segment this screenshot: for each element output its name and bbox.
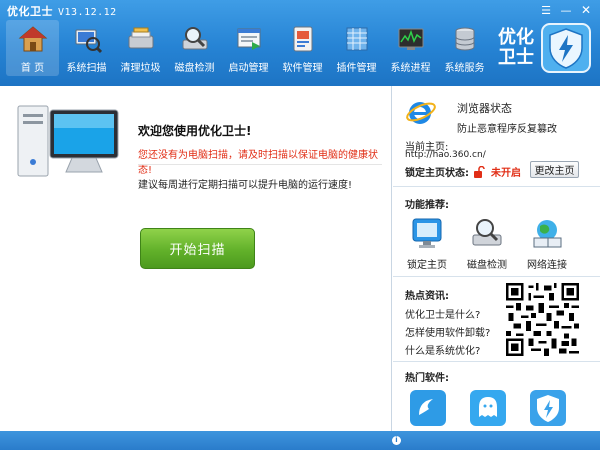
news-item[interactable]: 优化卫士是什么?: [405, 306, 480, 321]
recommend-item-disk-check[interactable]: 磁盘检测: [457, 216, 517, 271]
startup-icon: [234, 24, 264, 54]
toolbar-item-service[interactable]: 系统服务: [438, 20, 491, 76]
section-divider: [393, 186, 600, 187]
status-bar: i: [0, 431, 600, 450]
process-icon: [396, 24, 426, 54]
unlock-icon: [474, 165, 485, 178]
hot-software-icon[interactable]: [409, 389, 447, 427]
current-homepage-url: http://hao.360.cn/: [405, 150, 486, 160]
shield-logo-icon: [541, 23, 591, 73]
brand-logo: 优化 卫士: [496, 22, 592, 74]
toolbar-item-plugin[interactable]: 插件管理: [330, 20, 383, 76]
ie-browser-icon: [406, 102, 436, 124]
divider: [138, 164, 382, 165]
scan-icon: [72, 24, 102, 54]
hot-software-title: 热门软件:: [405, 373, 449, 384]
info-icon[interactable]: i: [392, 436, 401, 445]
news-item[interactable]: 怎样使用软件卸载?: [405, 324, 490, 339]
toolbar-item-process[interactable]: 系统进程: [384, 20, 437, 76]
browser-status-title: 浏览器状态: [457, 102, 512, 115]
welcome-heading: 欢迎您使用优化卫士!: [138, 124, 252, 138]
toolbar-item-disk-check[interactable]: 磁盘检测: [168, 20, 221, 76]
hot-software-icon[interactable]: [469, 389, 507, 427]
clean-icon: [126, 24, 156, 54]
disk-check-icon: [470, 216, 504, 250]
software-icon: [288, 24, 318, 54]
hot-software-icon[interactable]: [529, 389, 567, 427]
close-icon[interactable]: ✕: [576, 2, 596, 18]
section-divider: [393, 361, 600, 362]
recommend-item-lock-homepage[interactable]: 锁定主页: [397, 216, 457, 271]
qr-code-icon: [506, 283, 579, 356]
toolbar-item-scan[interactable]: 系统扫描: [60, 20, 113, 76]
lock-homepage-row: 锁定主页状态: 未开启: [405, 164, 521, 179]
window-controls: ☰ — ✕: [536, 2, 596, 18]
news-item[interactable]: 什么是系统优化?: [405, 342, 480, 357]
news-title: 热点资讯:: [405, 291, 449, 302]
network-icon: [530, 216, 564, 250]
plugin-icon: [342, 24, 372, 54]
change-homepage-button[interactable]: 更改主页: [530, 161, 579, 178]
main-panel: 欢迎您使用优化卫士! 您还没有为电脑扫描，请及时扫描以保证电脑的健康状态! 建议…: [0, 86, 392, 431]
toolbar-item-home[interactable]: 首 页: [6, 20, 59, 76]
side-panel: 浏览器状态 防止恶意程序反复篡改 当前主页: http://hao.360.cn…: [393, 86, 600, 431]
computer-icon: [17, 105, 119, 177]
disk-check-icon: [180, 24, 210, 54]
browser-status-subtitle: 防止恶意程序反复篡改: [457, 124, 557, 135]
browser-status-section: 浏览器状态 防止恶意程序反复篡改 当前主页: http://hao.360.cn…: [393, 86, 600, 186]
lock-state-text: 未开启: [491, 168, 521, 179]
toolbar-item-startup[interactable]: 启动管理: [222, 20, 275, 76]
section-divider: [393, 276, 600, 277]
minimize-icon[interactable]: —: [556, 2, 576, 18]
suggestion-text: 建议每周进行定期扫描可以提升电脑的运行速度!: [138, 180, 353, 191]
recommend-title: 功能推荐:: [405, 200, 449, 211]
brand-text: 优化 卫士: [498, 27, 534, 68]
toolbar-item-clean[interactable]: 清理垃圾: [114, 20, 167, 76]
main-toolbar: 首 页 系统扫描 清理垃圾 磁盘检测 启动管理 软件管理 插件管理 系统进程 系…: [6, 20, 492, 76]
toolbar-item-software[interactable]: 软件管理: [276, 20, 329, 76]
home-icon: [18, 24, 48, 54]
window-title: 优化卫士 V13.12.12: [7, 5, 117, 18]
recommend-item-network[interactable]: 网络连接: [517, 216, 577, 271]
start-scan-button[interactable]: 开始扫描: [140, 228, 255, 269]
menu-icon[interactable]: ☰: [536, 2, 556, 18]
title-toolbar-area: 优化卫士 V13.12.12 ☰ — ✕ 首 页 系统扫描 清理垃圾 磁盘检测 …: [0, 0, 600, 86]
scan-warning-text: 您还没有为电脑扫描，请及时扫描以保证电脑的健康状态!: [138, 150, 378, 176]
lock-homepage-icon: [410, 216, 444, 250]
version-label: V13.12.12: [58, 7, 117, 18]
service-icon: [450, 24, 480, 54]
